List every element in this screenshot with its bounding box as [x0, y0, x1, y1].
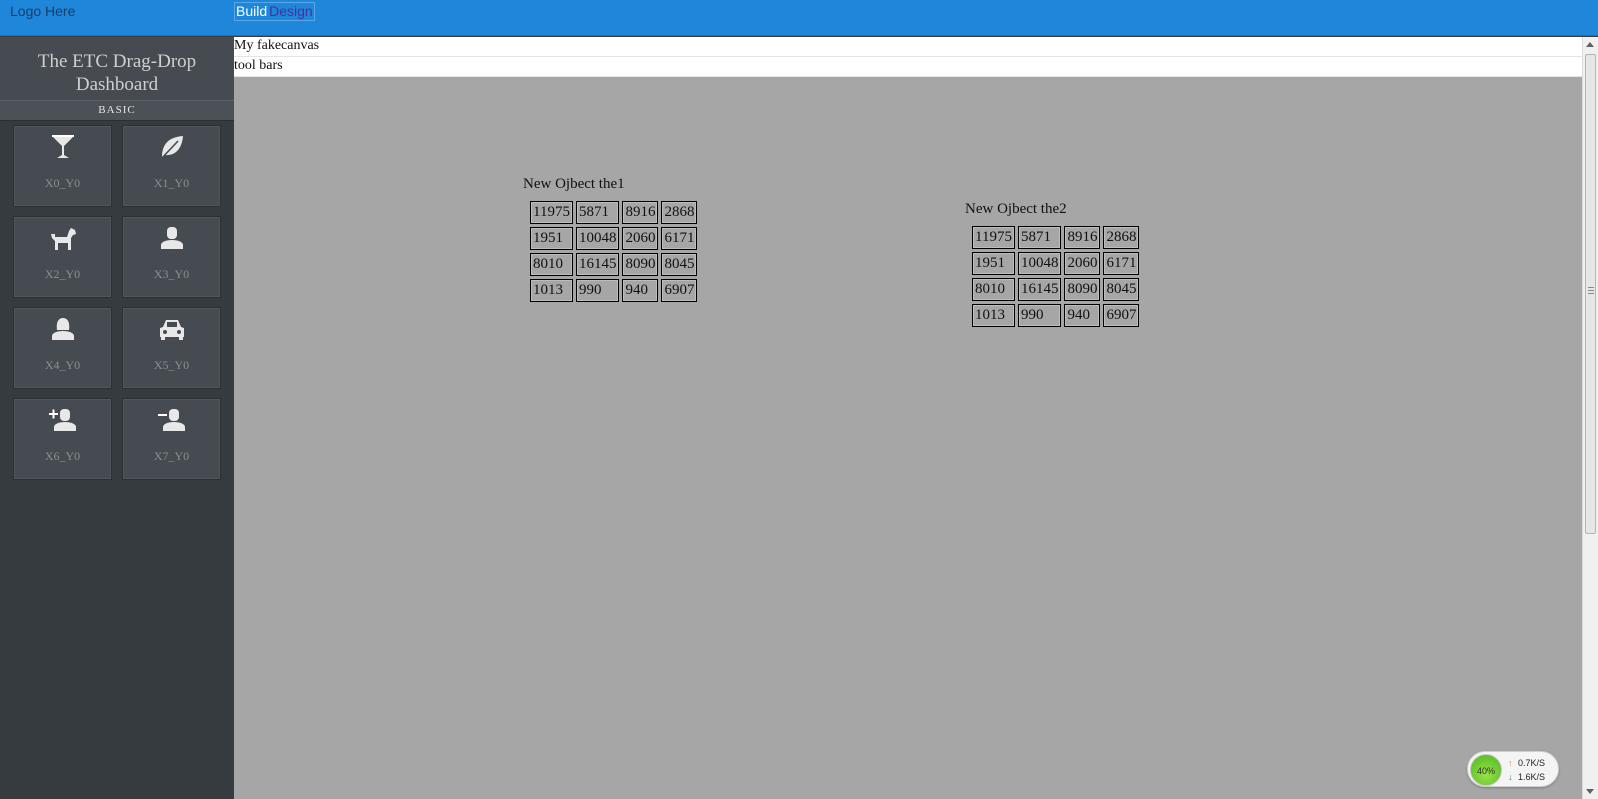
palette-tile-x2-y0[interactable]: X2_Y0 [13, 216, 112, 298]
toolbar-area: tool bars [234, 57, 1582, 77]
sidebar-title-line2: Dashboard [75, 74, 159, 95]
tile-label: X2_Y0 [44, 267, 81, 281]
network-speed-widget[interactable]: 40% ↑ 0.7K/S ↓ 1.6K/S [1467, 751, 1559, 787]
user-add-icon [14, 405, 111, 435]
mode-tabs: Build Design [234, 2, 315, 21]
scroll-up-arrow-icon[interactable] [1586, 42, 1594, 47]
canvas-object-2[interactable]: New Ojbect the2 11975 5871 8916 2868 195… [965, 201, 1142, 330]
tile-label: X0_Y0 [44, 176, 81, 190]
tile-label: X3_Y0 [153, 267, 190, 281]
top-header: Logo Here Build Design [0, 0, 1598, 36]
logo-text: Logo Here [10, 3, 76, 19]
table-row: 8010 16145 8090 8045 [530, 253, 698, 276]
table-cell: 16145 [575, 253, 620, 276]
table-cell: 2868 [661, 201, 698, 224]
table-cell: 6907 [1103, 304, 1140, 327]
table-cell: 1951 [972, 252, 1015, 275]
object-title: New Ojbect the1 [523, 176, 625, 192]
table-cell: 940 [622, 279, 659, 302]
vertical-scrollbar[interactable] [1582, 37, 1598, 799]
table-cell: 8916 [622, 201, 659, 224]
leaf-icon [123, 132, 220, 162]
table-cell: 10048 [575, 227, 620, 250]
usage-percent: 40% [1470, 754, 1502, 786]
table-cell: 8090 [1064, 278, 1101, 301]
palette-tile-x5-y0[interactable]: X5_Y0 [122, 307, 221, 389]
table-row: 11975 5871 8916 2868 [972, 226, 1140, 249]
tile-label: X5_Y0 [153, 358, 190, 372]
table-cell: 990 [575, 279, 620, 302]
palette-tile-x1-y0[interactable]: X1_Y0 [122, 125, 221, 207]
table-row: 1013 990 940 6907 [972, 304, 1140, 327]
arrow-up-icon: ↑ [1508, 758, 1513, 768]
cocktail-icon [14, 132, 111, 162]
tile-label: X7_Y0 [153, 449, 190, 463]
table-cell: 11975 [972, 226, 1015, 249]
tile-label: X1_Y0 [153, 176, 190, 190]
canvas-header: My fakecanvas tool bars [234, 37, 1582, 77]
tile-label: X6_Y0 [44, 449, 81, 463]
sidebar-title-line1: The ETC Drag-Drop [37, 51, 197, 72]
table-cell: 5871 [575, 201, 620, 224]
table-cell: 2868 [1103, 226, 1140, 249]
object-table: 11975 5871 8916 2868 1951 10048 2060 617… [527, 198, 700, 305]
table-cell: 8090 [622, 253, 659, 276]
table-row: 11975 5871 8916 2868 [530, 201, 698, 224]
table-cell: 8010 [972, 278, 1015, 301]
palette-tile-x4-y0[interactable]: X4_Y0 [13, 307, 112, 389]
table-cell: 940 [1064, 304, 1101, 327]
table-cell: 5871 [1017, 226, 1062, 249]
table-cell: 16145 [1017, 278, 1062, 301]
table-cell: 11975 [530, 201, 573, 224]
table-cell: 1013 [972, 304, 1015, 327]
table-row: 1013 990 940 6907 [530, 279, 698, 302]
grip-icon [1588, 287, 1594, 294]
user-remove-icon [123, 405, 220, 435]
car-icon [123, 314, 220, 344]
palette-tile-x0-y0[interactable]: X0_Y0 [13, 125, 112, 207]
object-title: New Ojbect the2 [965, 201, 1067, 217]
user-icon [123, 223, 220, 253]
table-cell: 10048 [1017, 252, 1062, 275]
tile-label: X4_Y0 [44, 358, 81, 372]
sidebar-section-basic: BASIC [0, 100, 234, 121]
table-row: 1951 10048 2060 6171 [972, 252, 1140, 275]
table-cell: 2060 [622, 227, 659, 250]
scroll-down-arrow-icon[interactable] [1586, 789, 1594, 794]
palette-tile-x3-y0[interactable]: X3_Y0 [122, 216, 221, 298]
scrollbar-thumb[interactable] [1585, 54, 1596, 534]
palette-tile-x6-y0[interactable]: X6_Y0 [13, 398, 112, 480]
design-canvas[interactable]: New Ojbect the1 11975 5871 8916 2868 195… [234, 77, 1582, 799]
table-cell: 1013 [530, 279, 573, 302]
arrow-down-icon: ↓ [1508, 772, 1513, 782]
table-cell: 2060 [1064, 252, 1101, 275]
table-cell: 8045 [1103, 278, 1140, 301]
table-row: 8010 16145 8090 8045 [972, 278, 1140, 301]
upload-speed: ↑ 0.7K/S [1508, 758, 1545, 768]
table-cell: 1951 [530, 227, 573, 250]
palette-tile-x7-y0[interactable]: X7_Y0 [122, 398, 221, 480]
tab-build[interactable]: Build [235, 3, 268, 20]
table-row: 1951 10048 2060 6171 [530, 227, 698, 250]
canvas-object-1[interactable]: New Ojbect the1 11975 5871 8916 2868 195… [523, 176, 700, 305]
table-cell: 8916 [1064, 226, 1101, 249]
canvas-name: My fakecanvas [234, 37, 1582, 57]
sidebar: The ETC Drag-Drop Dashboard BASIC X0_Y0 … [0, 37, 234, 799]
table-cell: 990 [1017, 304, 1062, 327]
sidebar-title: The ETC Drag-Drop Dashboard [0, 37, 234, 100]
table-cell: 8045 [661, 253, 698, 276]
table-cell: 6171 [1103, 252, 1140, 275]
table-cell: 6907 [661, 279, 698, 302]
download-speed: ↓ 1.6K/S [1508, 772, 1545, 782]
dog-icon [14, 223, 111, 253]
tab-design[interactable]: Design [268, 3, 314, 20]
download-value: 1.6K/S [1518, 772, 1546, 782]
table-cell: 8010 [530, 253, 573, 276]
upload-value: 0.7K/S [1518, 758, 1546, 768]
object-table: 11975 5871 8916 2868 1951 10048 2060 617… [969, 223, 1142, 330]
table-cell: 6171 [661, 227, 698, 250]
user-female-icon [14, 314, 111, 344]
